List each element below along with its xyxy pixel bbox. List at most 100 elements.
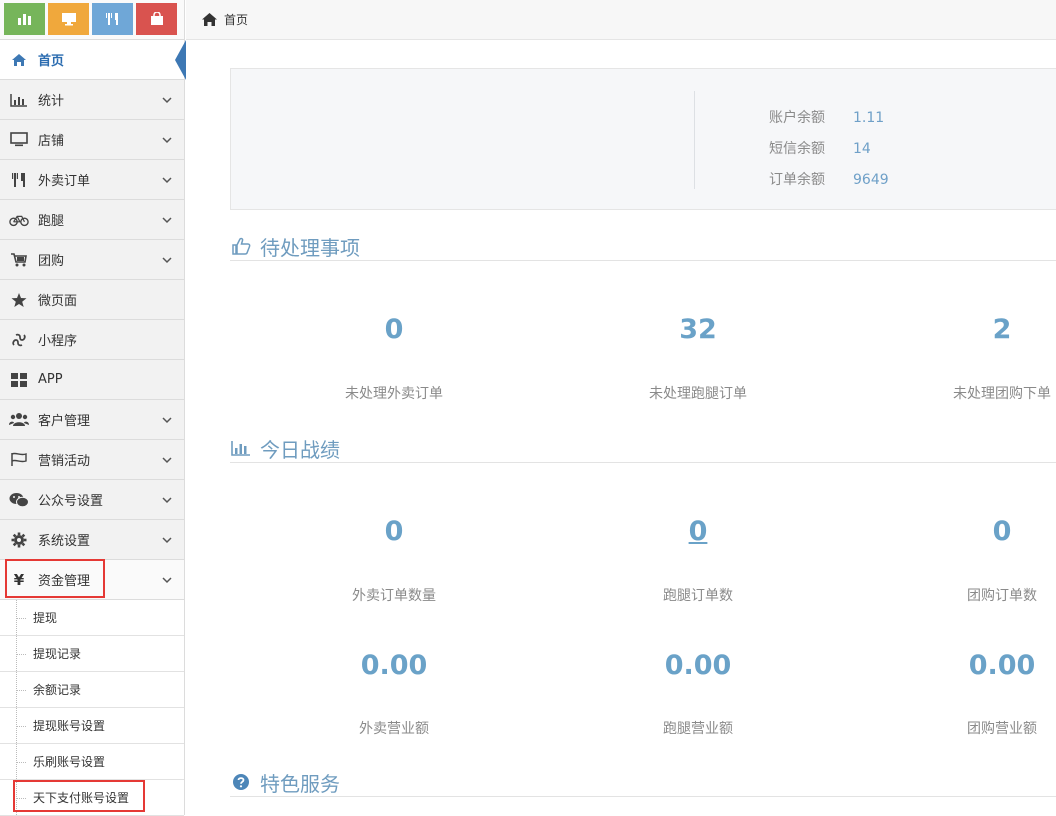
sidebar-item-funds[interactable]: ¥ 资金管理 [0,560,184,600]
submenu-item-leshua-account-settings[interactable]: 乐刷账号设置 [0,744,184,780]
pending-takeout-count[interactable]: 0 [284,314,504,345]
sidebar-item-label: 微页面 [38,294,78,309]
grid-icon [9,372,29,387]
sidebar-item-label: 店铺 [38,134,65,149]
wechat-icon [9,492,29,508]
balance-value: 9649 [853,172,889,188]
sidebar-item-label: 营销活动 [38,454,91,469]
sidebar-item-label: 公众号设置 [38,494,104,509]
today-takeout-count[interactable]: 0 [284,516,504,547]
breadcrumb-home[interactable]: 首页 [224,11,248,28]
today-errand-revenue[interactable]: 0.00 [588,650,808,681]
bar-chart-icon [230,440,252,456]
sidebar-item-wechat-settings[interactable]: 公众号设置 [0,480,184,520]
gear-icon [9,532,29,548]
sidebar-item-label: 统计 [38,94,65,109]
balance-value: 1.11 [853,110,885,126]
balance-row: 账户余额 1.11 [769,107,884,127]
chevron-down-icon [162,497,172,504]
today-errand-revenue-label: 跑腿营业额 [663,721,733,737]
cutlery-icon [9,172,29,188]
balance-value: 14 [853,141,871,157]
chevron-down-icon [162,577,172,584]
chevron-down-icon [162,537,172,544]
divider [694,91,695,189]
submenu-item-tianxia-pay-account-settings[interactable]: 天下支付账号设置 [0,780,184,816]
submenu-item-withdraw[interactable]: 提现 [0,600,184,636]
chevron-down-icon [162,417,172,424]
home-icon[interactable] [201,12,218,27]
section-header-today: 今日战绩 [230,434,1056,463]
sidebar-item-customers[interactable]: 客户管理 [0,400,184,440]
flag-icon [9,452,29,467]
cutlery-icon [105,13,118,25]
submenu-item-label: 提现账号设置 [33,719,106,733]
pending-takeout-label: 未处理外卖订单 [345,386,443,402]
sidebar-item-groupbuy[interactable]: 团购 [0,240,184,280]
bar-chart-icon [17,14,31,25]
sidebar-item-home[interactable]: 首页 [0,40,186,80]
submenu-item-withdraw-account-settings[interactable]: 提现账号设置 [0,708,184,744]
sidebar-item-label: APP [38,372,63,387]
bar-chart-icon [9,93,29,107]
cart-icon [9,252,29,267]
today-errand-count[interactable]: 0 [588,516,808,547]
pending-groupbuy-label: 未处理团购下单 [953,386,1051,402]
balance-row: 短信余额 14 [769,138,871,158]
account-summary-panel: 账户余额 1.11 短信余额 14 订单余额 9649 [230,68,1056,210]
submenu-item-withdraw-records[interactable]: 提现记录 [0,636,184,672]
chevron-down-icon [162,177,172,184]
star-icon [9,292,29,308]
submenu-item-label: 余额记录 [33,683,82,697]
sidebar-item-label: 客户管理 [38,414,91,429]
bicycle-icon [9,213,29,227]
today-groupbuy-revenue-label: 团购营业额 [967,721,1037,737]
sidebar-item-label: 资金管理 [38,574,91,589]
sidebar-item-label: 小程序 [38,334,78,349]
users-icon [9,412,29,427]
chevron-down-icon [162,97,172,104]
balance-label: 账户余额 [769,110,825,126]
sidebar-item-label: 团购 [38,254,65,269]
sidebar-item-app[interactable]: APP [0,360,184,400]
section-header-services: 特色服务 [230,768,1056,797]
pending-groupbuy-count[interactable]: 2 [892,314,1056,345]
today-takeout-count-label: 外卖订单数量 [352,588,436,604]
today-groupbuy-revenue[interactable]: 0.00 [892,650,1056,681]
section-title: 待处理事项 [260,235,360,260]
chevron-down-icon [162,457,172,464]
active-indicator [175,40,186,80]
sidebar-item-errand[interactable]: 跑腿 [0,200,184,240]
thumbs-up-icon [230,237,252,255]
pending-errand-count[interactable]: 32 [588,314,808,345]
pending-errand-label: 未处理跑腿订单 [649,386,747,402]
submenu-item-label: 提现记录 [33,647,82,661]
chevron-down-icon [162,137,172,144]
sidebar-item-marketing[interactable]: 营销活动 [0,440,184,480]
today-takeout-revenue[interactable]: 0.00 [284,650,504,681]
sidebar-item-micro-page[interactable]: 微页面 [0,280,184,320]
sidebar-item-label: 跑腿 [38,214,65,229]
today-groupbuy-count[interactable]: 0 [892,516,1056,547]
monitor-icon [9,132,29,147]
sidebar-item-mini-program[interactable]: 小程序 [0,320,184,360]
link-icon [9,332,29,348]
sidebar-item-takeout-orders[interactable]: 外卖订单 [0,160,184,200]
sidebar-item-store[interactable]: 店铺 [0,120,184,160]
groupbuy-shortcut-button[interactable] [136,3,177,35]
sidebar-item-stats[interactable]: 统计 [0,80,184,120]
submenu-item-balance-records[interactable]: 余额记录 [0,672,184,708]
sidebar-item-system-settings[interactable]: 系统设置 [0,520,184,560]
orders-shortcut-button[interactable] [92,3,133,35]
chevron-down-icon [162,257,172,264]
today-groupbuy-count-label: 团购订单数 [967,588,1037,604]
question-circle-icon [230,773,252,791]
monitor-icon [61,13,76,26]
stats-shortcut-button[interactable] [4,3,45,35]
section-title: 特色服务 [260,771,340,796]
chevron-down-icon [162,217,172,224]
sidebar-item-label: 首页 [38,54,65,69]
yen-icon: ¥ [13,570,25,589]
store-shortcut-button[interactable] [48,3,89,35]
breadcrumb: 首页 [186,0,1056,40]
